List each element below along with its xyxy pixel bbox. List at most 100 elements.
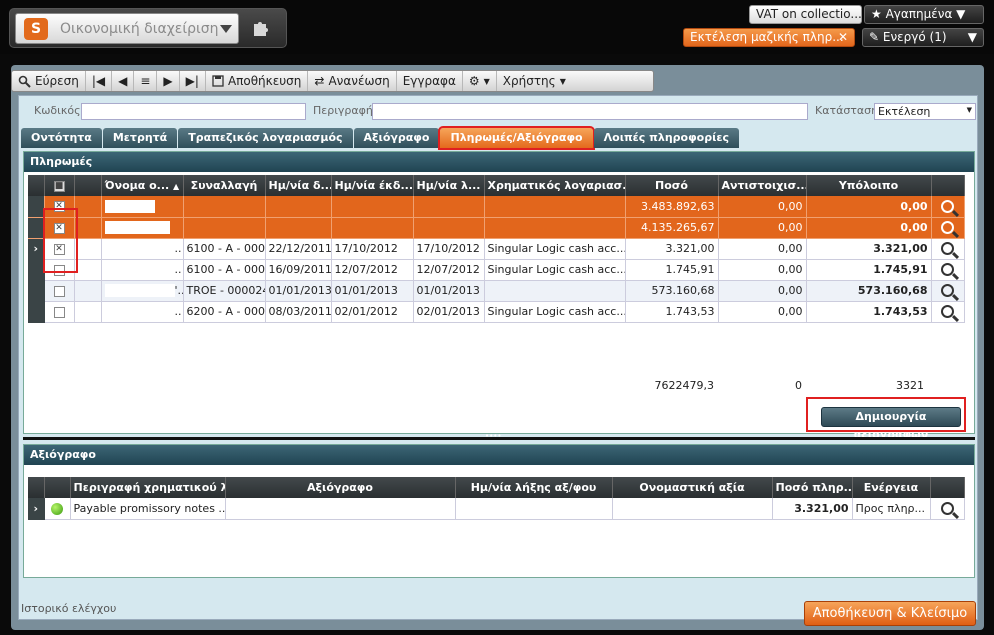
date1-cell[interactable] bbox=[265, 217, 332, 239]
code-field[interactable] bbox=[81, 103, 306, 120]
col-balance[interactable]: Υπόλοιπο bbox=[806, 175, 932, 196]
lookup-cell[interactable] bbox=[931, 280, 965, 302]
account-cell[interactable] bbox=[484, 280, 626, 302]
table-row[interactable]: ..6200 - A - 000...08/03/201102/01/20120… bbox=[28, 301, 965, 323]
amount-cell[interactable]: 3.321,00 bbox=[625, 238, 719, 260]
transaction-cell[interactable] bbox=[183, 196, 266, 218]
chevron-down-icon[interactable] bbox=[220, 25, 232, 33]
select-cell[interactable] bbox=[44, 280, 75, 302]
tab-entity[interactable]: Οντότητα bbox=[21, 128, 102, 148]
name-cell[interactable] bbox=[101, 217, 184, 239]
favorites-button[interactable]: ★ Αγαπημένα ▼ bbox=[864, 5, 984, 24]
table-row[interactable]: › Payable promissory notes ... 3.321,00 … bbox=[28, 498, 965, 520]
prev-record-button[interactable]: ◀ bbox=[112, 71, 135, 91]
amount-cell[interactable]: 4.135.265,67 bbox=[625, 217, 719, 239]
row-checkbox[interactable]: ✕ bbox=[53, 243, 65, 255]
name-cell[interactable]: .. bbox=[101, 301, 184, 323]
lookup-cell[interactable] bbox=[931, 238, 965, 260]
select-cell[interactable]: ✕ bbox=[44, 238, 75, 260]
transaction-cell[interactable] bbox=[183, 217, 266, 239]
running-task-tab[interactable]: Εκτέλεση μαζικής πληρ... ✕ bbox=[683, 28, 855, 47]
select-cell[interactable]: ✕ bbox=[44, 217, 75, 239]
table-row[interactable]: ..6100 - A - 000...16/09/201112/07/20121… bbox=[28, 259, 965, 281]
module-dropdown[interactable]: S Οικονομική διαχείριση bbox=[15, 13, 239, 44]
balance-cell[interactable]: 1.745,91 bbox=[806, 259, 932, 281]
puzzle-icon[interactable] bbox=[250, 17, 272, 44]
account-cell[interactable] bbox=[484, 196, 626, 218]
row-checkbox[interactable]: ✕ bbox=[53, 222, 65, 234]
create-securities-button[interactable]: Δημιουργία αξιογράφων bbox=[821, 407, 961, 441]
col-transaction[interactable]: Συναλλαγή bbox=[183, 175, 266, 196]
table-row[interactable]: ✕ 4.135.265,67 0,00 0,00 bbox=[28, 217, 965, 239]
col-matched[interactable]: Αντιστοιχισ... bbox=[718, 175, 807, 196]
col-name[interactable]: Όνομα ο... ▲ bbox=[101, 175, 184, 196]
col-security[interactable]: Αξιόγραφο bbox=[225, 477, 456, 498]
nominal-cell[interactable] bbox=[612, 498, 773, 520]
magnifier-icon[interactable] bbox=[941, 263, 954, 277]
transaction-cell[interactable]: 6200 - A - 000... bbox=[183, 301, 266, 323]
issue-date-cell[interactable]: 02/01/2012 bbox=[331, 301, 414, 323]
action-cell[interactable]: Προς πληρ... bbox=[852, 498, 931, 520]
magnifier-icon[interactable] bbox=[941, 242, 954, 256]
pay-amount-cell[interactable]: 3.321,00 bbox=[772, 498, 853, 520]
col-pay-amount[interactable]: Ποσό πληρ... bbox=[772, 477, 853, 498]
tab-bank-account[interactable]: Τραπεζικός λογαριασμός bbox=[178, 128, 353, 148]
users-button[interactable]: Χρήστης ▼ bbox=[497, 71, 572, 91]
due-date-cell[interactable] bbox=[413, 196, 485, 218]
table-row[interactable]: ›✕..6100 - A - 000...22/12/201117/10/201… bbox=[28, 238, 965, 260]
row-checkbox[interactable] bbox=[53, 264, 65, 276]
lookup-cell[interactable] bbox=[930, 498, 965, 520]
list-button[interactable]: ≡ bbox=[134, 71, 158, 91]
col-date1[interactable]: Ημ/νία δ... bbox=[265, 175, 332, 196]
date1-cell[interactable]: 08/03/2011 bbox=[265, 301, 332, 323]
matched-cell[interactable]: 0,00 bbox=[718, 217, 807, 239]
tab-payments-security[interactable]: Πληρωμές/Αξιόγραφο bbox=[438, 126, 595, 150]
amount-cell[interactable]: 3.483.892,63 bbox=[625, 196, 719, 218]
table-row[interactable]: ✕ 3.483.892,63 0,00 0,00 bbox=[28, 196, 965, 218]
magnifier-icon[interactable] bbox=[941, 200, 954, 213]
issue-date-cell[interactable]: 17/10/2012 bbox=[331, 238, 414, 260]
last-record-button[interactable]: ▶| bbox=[180, 71, 206, 91]
magnifier-icon[interactable] bbox=[941, 221, 954, 235]
amount-cell[interactable]: 1.745,91 bbox=[625, 259, 719, 281]
balance-cell[interactable]: 1.743,53 bbox=[806, 301, 932, 323]
col-account[interactable]: Χρηματικός λογαριασ... bbox=[484, 175, 626, 196]
first-record-button[interactable]: |◀ bbox=[86, 71, 113, 91]
issue-date-cell[interactable]: 12/07/2012 bbox=[331, 259, 414, 281]
account-cell[interactable]: Singular Logic cash acc... bbox=[484, 301, 626, 323]
lookup-cell[interactable] bbox=[931, 259, 965, 281]
splitter-grip-icon[interactable]: •••• bbox=[485, 432, 502, 440]
tab-security[interactable]: Αξιόγραφο bbox=[353, 128, 440, 148]
module-selector[interactable]: S Οικονομική διαχείριση bbox=[9, 8, 287, 48]
refresh-button[interactable]: ⇄ Ανανέωση bbox=[308, 71, 397, 91]
matched-cell[interactable]: 0,00 bbox=[718, 259, 807, 281]
matched-cell[interactable]: 0,00 bbox=[718, 301, 807, 323]
active-windows-button[interactable]: ✎ Ενεργό (1) ▼ bbox=[862, 28, 984, 47]
due-date-cell[interactable]: 17/10/2012 bbox=[413, 238, 485, 260]
magnifier-icon[interactable] bbox=[941, 284, 954, 298]
name-cell[interactable]: .. bbox=[101, 238, 184, 260]
amount-cell[interactable]: 1.743,53 bbox=[625, 301, 719, 323]
date1-cell[interactable]: 01/01/2013 bbox=[265, 280, 332, 302]
amount-cell[interactable]: 573.160,68 bbox=[625, 280, 719, 302]
row-checkbox[interactable] bbox=[53, 306, 65, 318]
save-button[interactable]: Αποθήκευση bbox=[206, 71, 309, 91]
transaction-cell[interactable]: 6100 - A - 000... bbox=[183, 259, 266, 281]
account-cell[interactable]: Singular Logic cash acc... bbox=[484, 259, 626, 281]
lookup-cell[interactable] bbox=[931, 301, 965, 323]
balance-cell[interactable]: 0,00 bbox=[806, 217, 932, 239]
settings-button[interactable]: ⚙ ▼ bbox=[463, 71, 497, 91]
due-date-cell[interactable] bbox=[413, 217, 485, 239]
transaction-cell[interactable]: TROE - 000024 bbox=[183, 280, 266, 302]
account-cell[interactable]: Singular Logic cash acc... bbox=[484, 238, 626, 260]
select-cell[interactable]: ✕ bbox=[44, 196, 75, 218]
vat-tab[interactable]: VAT on collectio... bbox=[749, 5, 862, 24]
table-row[interactable]: '..TROE - 00002401/01/201301/01/201301/0… bbox=[28, 280, 965, 302]
account-cell[interactable] bbox=[484, 217, 626, 239]
name-cell[interactable] bbox=[101, 196, 184, 218]
col-issue-date[interactable]: Ημ/νία έκδ... bbox=[331, 175, 414, 196]
col-description[interactable]: Περιγραφή χρηματικού λ... bbox=[70, 477, 226, 498]
due-date-cell[interactable]: 02/01/2013 bbox=[413, 301, 485, 323]
col-due-date[interactable]: Ημ/νία λ... bbox=[413, 175, 485, 196]
select-all-header[interactable]: ■ bbox=[44, 175, 75, 196]
